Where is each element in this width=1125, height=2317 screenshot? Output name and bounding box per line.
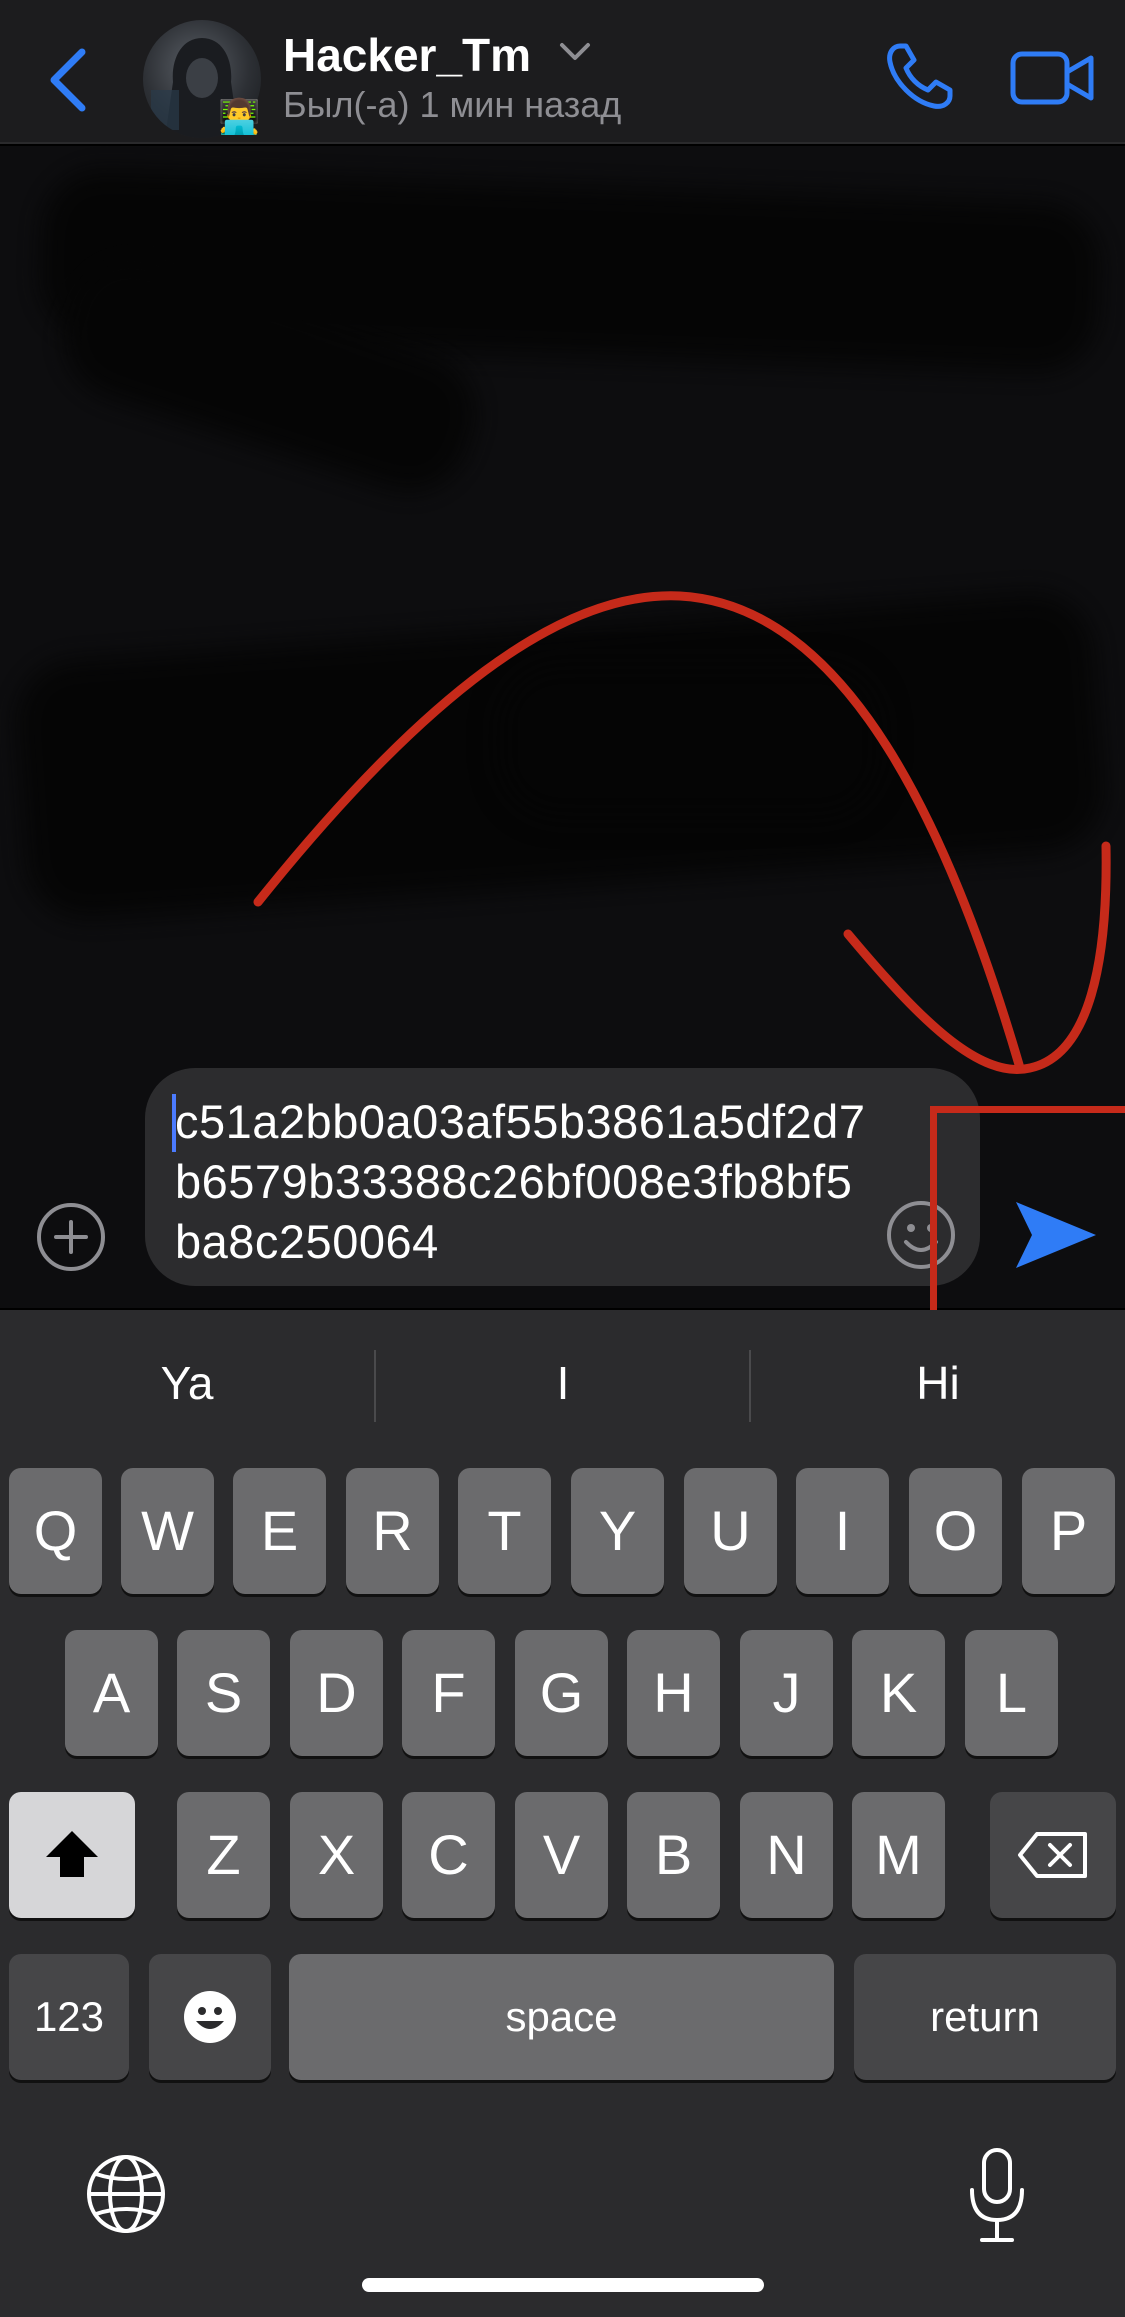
- shift-arrow-icon: [46, 1831, 98, 1877]
- key-c[interactable]: C: [402, 1792, 495, 1918]
- chevron-down-icon[interactable]: [558, 40, 592, 64]
- numbers-key[interactable]: 123: [9, 1954, 129, 2080]
- smiley-icon[interactable]: [884, 1198, 958, 1272]
- key-n[interactable]: N: [740, 1792, 833, 1918]
- key-d[interactable]: D: [290, 1630, 383, 1756]
- chat-header: 👨‍💻 Hacker_Tm Был(-а) 1 мин назад: [0, 0, 1125, 144]
- send-arrow-icon[interactable]: [1010, 1196, 1100, 1274]
- key-h[interactable]: H: [627, 1630, 720, 1756]
- predictive-suggestions-bar: Ya I Hi: [0, 1310, 1125, 1460]
- space-key[interactable]: space: [289, 1954, 834, 2080]
- key-q[interactable]: Q: [9, 1468, 102, 1594]
- plus-circle-icon[interactable]: [34, 1200, 108, 1274]
- key-z[interactable]: Z: [177, 1792, 270, 1918]
- key-p[interactable]: P: [1022, 1468, 1115, 1594]
- key-e[interactable]: E: [233, 1468, 326, 1594]
- shift-key[interactable]: [9, 1792, 135, 1918]
- key-m[interactable]: M: [852, 1792, 945, 1918]
- message-input-text[interactable]: c51a2bb0a03af55b3861a5df2d7b6579b33388c2…: [175, 1092, 875, 1272]
- phone-icon[interactable]: [882, 40, 956, 114]
- delete-key[interactable]: [990, 1792, 1116, 1918]
- suggestion-2[interactable]: I: [376, 1338, 750, 1428]
- key-k[interactable]: K: [852, 1630, 945, 1756]
- video-camera-icon[interactable]: [1010, 48, 1094, 108]
- key-t[interactable]: T: [458, 1468, 551, 1594]
- key-a[interactable]: A: [65, 1630, 158, 1756]
- key-j[interactable]: J: [740, 1630, 833, 1756]
- suggestion-3[interactable]: Hi: [751, 1338, 1125, 1428]
- backspace-icon: [1018, 1832, 1087, 1878]
- key-v[interactable]: V: [515, 1792, 608, 1918]
- back-chevron-icon[interactable]: [40, 40, 100, 120]
- redacted-message: [500, 666, 880, 816]
- key-l[interactable]: L: [965, 1630, 1058, 1756]
- key-y[interactable]: Y: [571, 1468, 664, 1594]
- smiley-icon: [184, 1991, 236, 2043]
- key-w[interactable]: W: [121, 1468, 214, 1594]
- key-b[interactable]: B: [627, 1792, 720, 1918]
- avatar-badge-emoji: 👨‍💻: [218, 98, 261, 136]
- key-u[interactable]: U: [684, 1468, 777, 1594]
- contact-status: Был(-а) 1 мин назад: [283, 84, 622, 125]
- key-x[interactable]: X: [290, 1792, 383, 1918]
- suggestion-1[interactable]: Ya: [0, 1338, 374, 1428]
- microphone-icon[interactable]: [962, 2146, 1032, 2246]
- return-key[interactable]: return: [854, 1954, 1116, 2080]
- emoji-keyboard-key[interactable]: [149, 1954, 271, 2080]
- key-o[interactable]: O: [909, 1468, 1002, 1594]
- key-i[interactable]: I: [796, 1468, 889, 1594]
- key-g[interactable]: G: [515, 1630, 608, 1756]
- key-s[interactable]: S: [177, 1630, 270, 1756]
- key-f[interactable]: F: [402, 1630, 495, 1756]
- home-indicator[interactable]: [362, 2278, 764, 2292]
- globe-icon[interactable]: [84, 2152, 168, 2236]
- contact-name[interactable]: Hacker_Tm: [283, 28, 531, 82]
- key-r[interactable]: R: [346, 1468, 439, 1594]
